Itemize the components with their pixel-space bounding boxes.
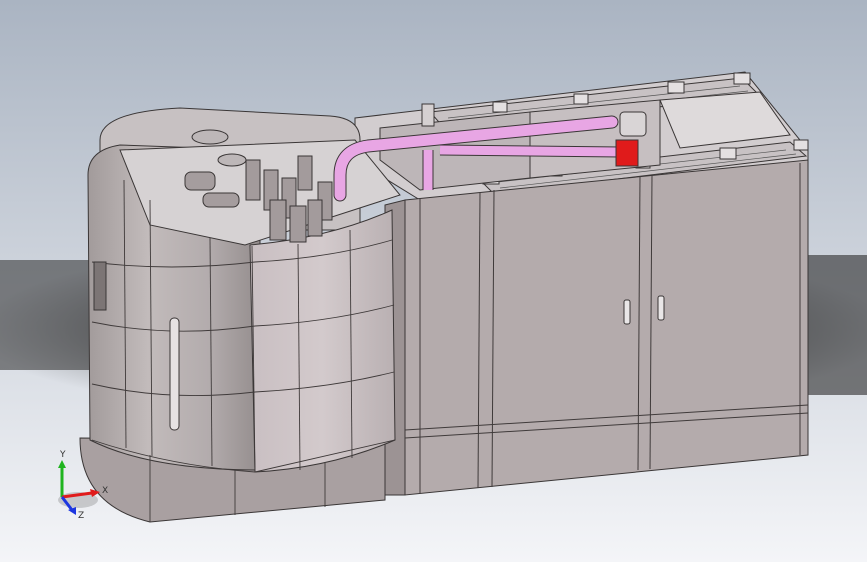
x-axis-label: X [102, 486, 108, 496]
y-axis-label: Y [59, 450, 66, 460]
tank-side-window [93, 261, 107, 311]
valve-4 [297, 155, 313, 191]
tank-handle[interactable] [169, 317, 180, 431]
valve-8 [307, 199, 323, 237]
red-valve[interactable] [615, 139, 639, 167]
vent-stack [421, 103, 435, 127]
cabinet-front-face [404, 159, 809, 496]
valve-6 [269, 199, 287, 241]
z-axis-label: Z [78, 511, 84, 521]
cad-viewport[interactable]: Y X Z [0, 0, 867, 562]
deck-hatch-1 [184, 171, 216, 191]
valve-7 [289, 205, 307, 243]
tank-curved-door [249, 209, 396, 473]
pipe-elbow [619, 111, 647, 137]
cad-model-view[interactable]: Y X Z [0, 0, 867, 562]
deck-port [191, 129, 229, 145]
deck-hatch-2 [202, 192, 240, 208]
door-handle-right[interactable] [657, 295, 665, 321]
deck-port-2 [217, 153, 247, 167]
cylindrical-tank[interactable] [79, 107, 401, 523]
secondary-pipe [439, 145, 621, 157]
door-handle-left[interactable] [623, 299, 631, 325]
valve-1 [245, 159, 261, 201]
